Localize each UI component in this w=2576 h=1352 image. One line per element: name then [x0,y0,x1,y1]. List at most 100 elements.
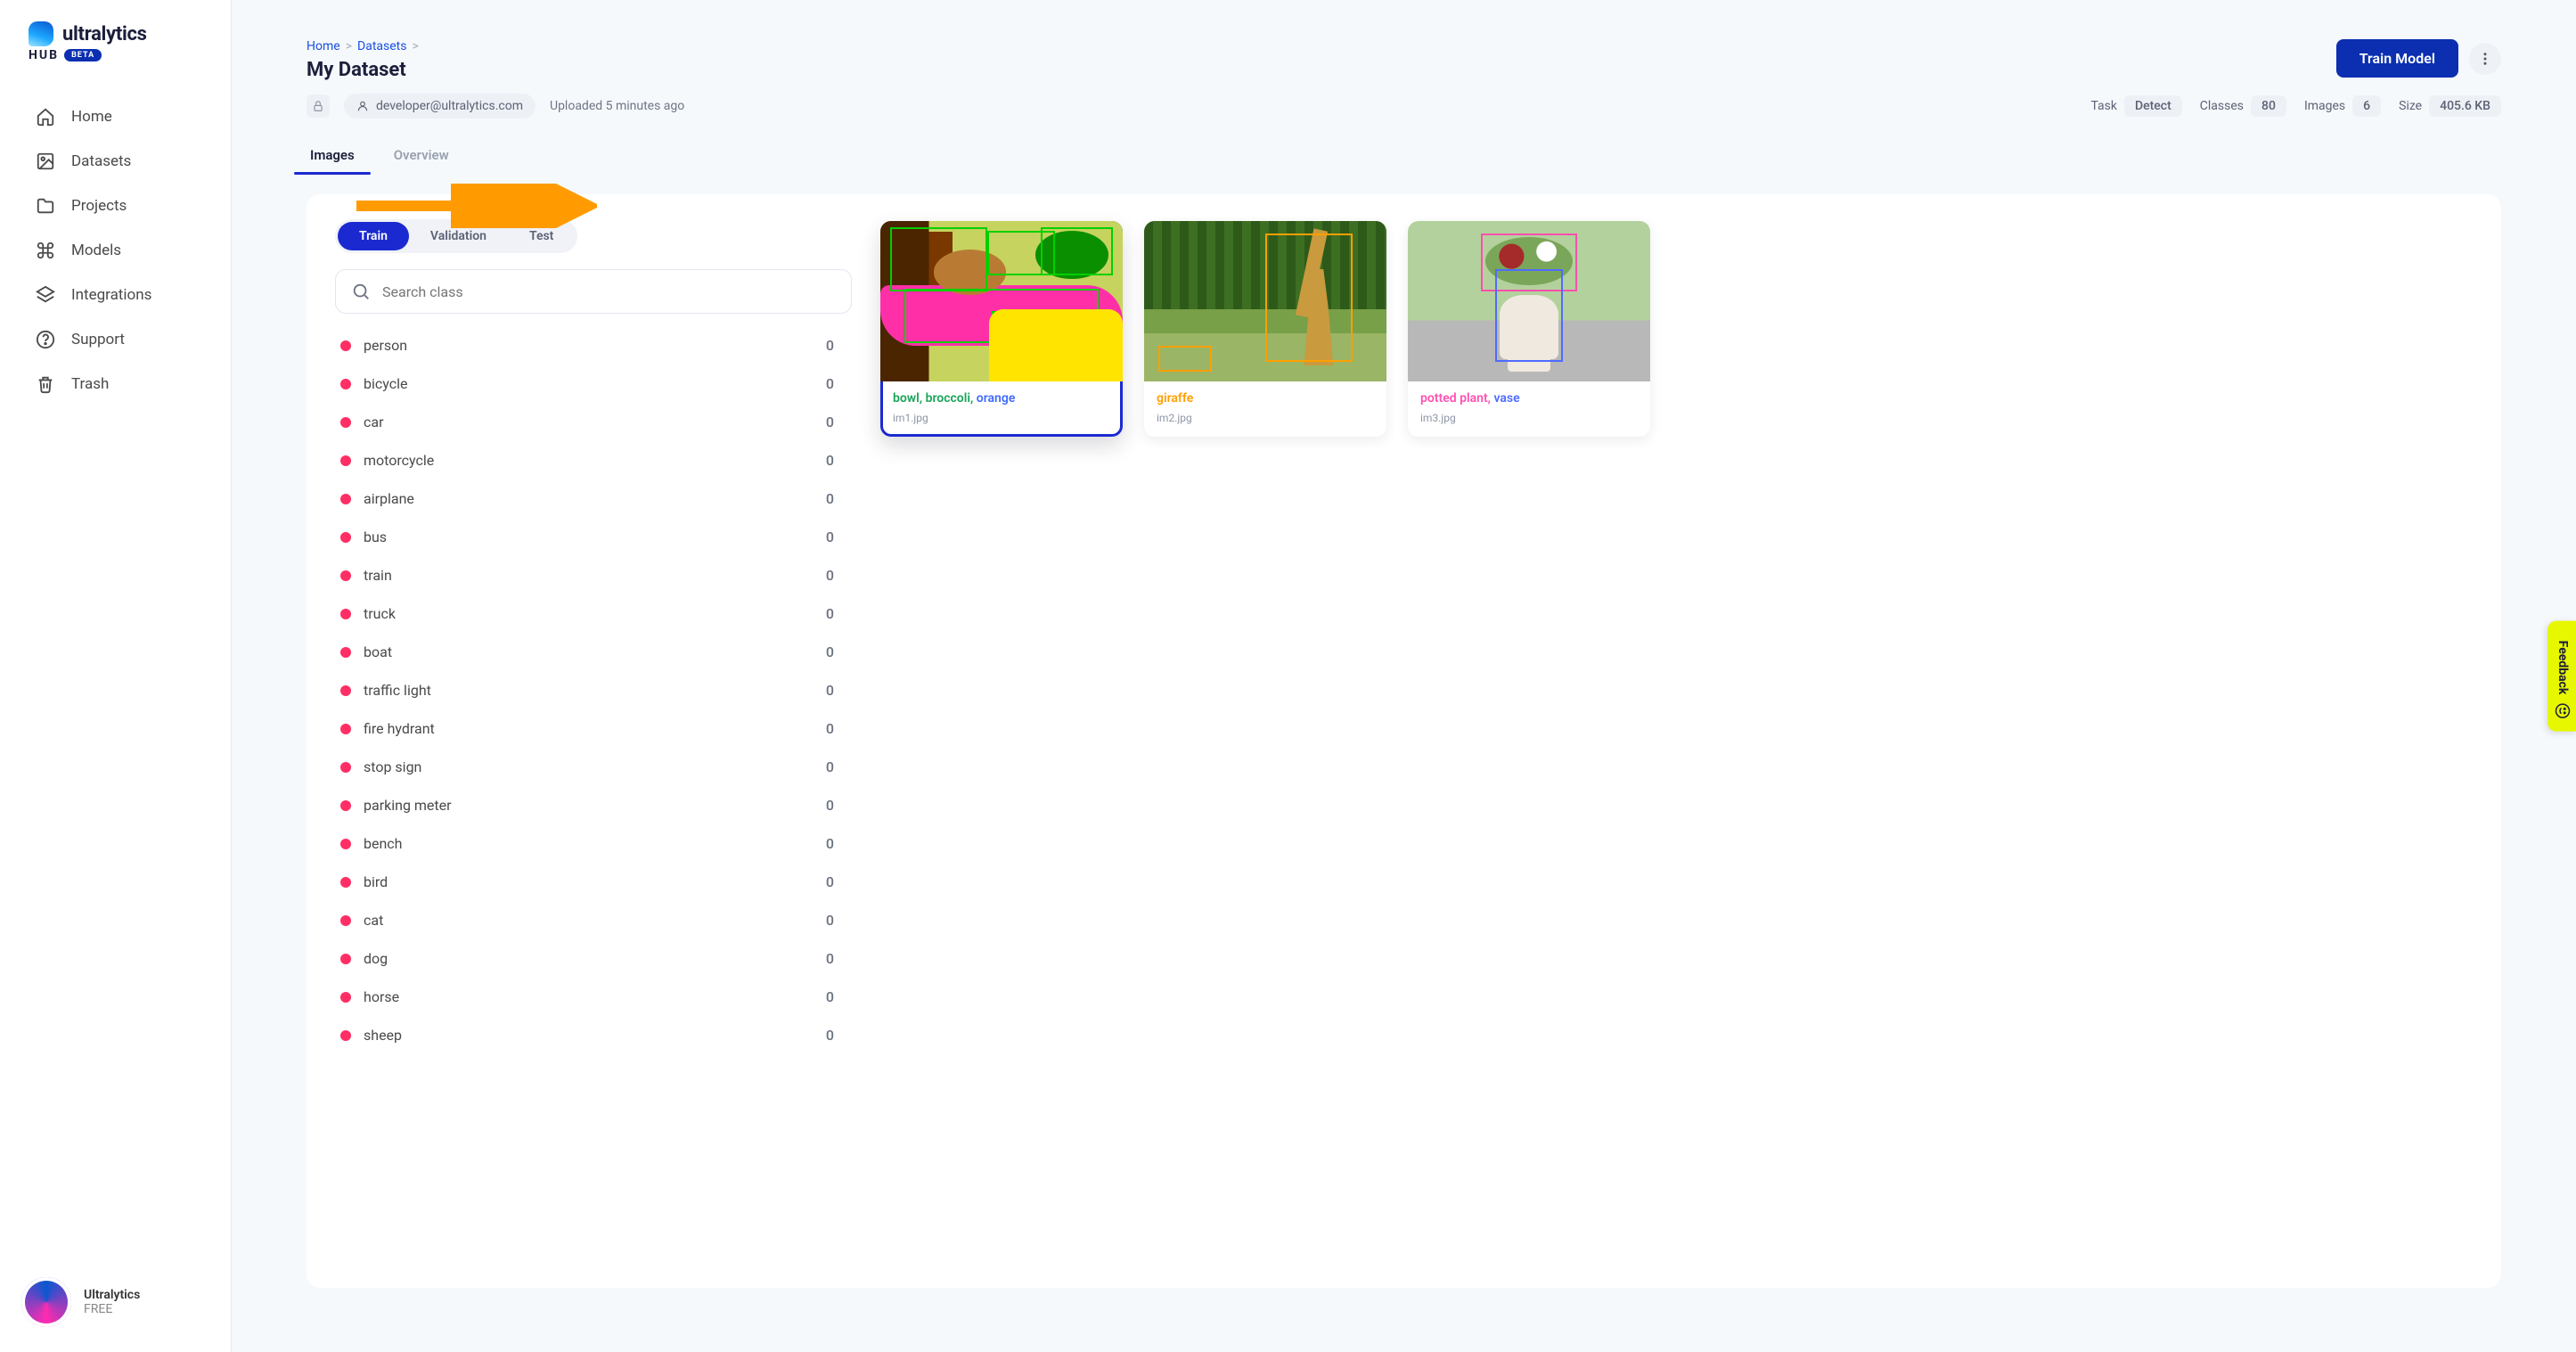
split-test[interactable]: Test [508,222,575,250]
class-count: 0 [826,912,834,929]
class-row[interactable]: person0 [335,326,841,365]
class-count: 0 [826,375,834,392]
owner-pill[interactable]: developer@ultralytics.com [344,94,536,119]
nav-label: Support [71,331,125,348]
meta-images: Images 6 [2304,95,2381,117]
class-color-dot-icon [340,762,351,773]
tag: broccoli [926,391,970,406]
class-row[interactable]: cat 0 [335,901,841,939]
split-train[interactable]: Train [338,222,409,250]
nav-models[interactable]: Models [0,228,231,273]
class-color-dot-icon [340,647,351,658]
class-row[interactable]: stop sign 0 [335,748,841,786]
meta-size: Size 405.6 KB [2399,95,2501,117]
nav-datasets[interactable]: Datasets [0,139,231,184]
class-row[interactable]: motorcycle 0 [335,441,841,479]
more-actions-button[interactable] [2469,43,2501,75]
class-color-dot-icon [340,609,351,619]
class-list[interactable]: person0bicycle0car0motorcycle0airplane0b… [335,326,852,1054]
class-row[interactable]: fire hydrant0 [335,709,841,748]
image-card[interactable]: bowl, broccoli, orange im1.jpg [880,221,1123,437]
split-validation[interactable]: Validation [409,222,508,250]
nav-support[interactable]: Support [0,317,231,362]
class-count: 0 [826,567,834,584]
account-tier: FREE [84,1302,140,1316]
more-vertical-icon [2477,51,2493,67]
avatar [21,1277,71,1327]
nav-label: Models [71,242,121,259]
class-name: parking meter [364,797,452,814]
class-row[interactable]: bus0 [335,518,841,556]
primary-nav: Home Datasets Projects Models Integratio… [0,87,231,414]
sidebar: ultralytics HUB BETA Home Datasets Proje… [0,0,232,1352]
crumb-datasets[interactable]: Datasets [357,39,406,53]
thumbnail [880,221,1123,381]
brand-name: ultralytics [62,23,147,45]
tag: giraffe [1157,391,1193,406]
class-count: 0 [826,873,834,890]
meta-classes-label: Classes [2200,99,2244,113]
class-row[interactable]: sheep0 [335,1016,841,1054]
tab-images[interactable]: Images [307,138,358,174]
visibility-lock-icon [307,94,330,118]
class-color-dot-icon [340,915,351,926]
class-row[interactable]: horse0 [335,978,841,1016]
account-card[interactable]: Ultralytics FREE [0,1263,231,1341]
class-count: 0 [826,452,834,469]
meta-images-value: 6 [2352,95,2381,117]
image-filename: im3.jpg [1420,412,1638,424]
class-color-dot-icon [340,877,351,888]
class-color-dot-icon [340,455,351,466]
class-row[interactable]: bicycle0 [335,365,841,403]
image-tags: potted plant, vase [1420,390,1638,408]
nav-home[interactable]: Home [0,94,231,139]
class-count: 0 [826,643,834,660]
image-gallery: bowl, broccoli, orange im1.jpg giraffe i… [880,219,2473,1288]
owner-email: developer@ultralytics.com [376,99,523,113]
class-color-dot-icon [340,685,351,696]
thumbnail [1144,221,1386,381]
class-color-dot-icon [340,494,351,504]
nav-projects[interactable]: Projects [0,184,231,228]
class-name: stop sign [364,758,421,775]
class-color-dot-icon [340,570,351,581]
class-row[interactable]: bird0 [335,863,841,901]
main: Home > Datasets > My Dataset Train Model [232,0,2576,1352]
command-icon [36,241,55,260]
class-row[interactable]: boat0 [335,633,841,671]
nav-integrations[interactable]: Integrations [0,273,231,317]
tab-overview[interactable]: Overview [390,138,453,174]
class-row[interactable]: airplane0 [335,479,841,518]
class-name: airplane [364,490,414,507]
feedback-label: Feedback [2556,640,2570,694]
view-tabs: Images Overview [307,138,2501,175]
image-card[interactable]: giraffe im2.jpg [1144,221,1386,437]
class-name: horse [364,988,399,1005]
class-name: motorcycle [364,452,434,469]
class-row[interactable]: train0 [335,556,841,594]
image-tags: bowl, broccoli, orange [893,390,1110,408]
image-card[interactable]: potted plant, vase im3.jpg [1408,221,1650,437]
image-filename: im2.jpg [1157,412,1374,424]
class-row[interactable]: traffic light0 [335,671,841,709]
class-count: 0 [826,605,834,622]
feedback-tab[interactable]: Feedback [2547,620,2576,732]
class-count: 0 [826,337,834,354]
brand-logo[interactable]: ultralytics HUB BETA [0,21,231,87]
class-row[interactable]: car0 [335,403,841,441]
class-count: 0 [826,758,834,775]
class-row[interactable]: parking meter0 [335,786,841,824]
class-name: dog [364,950,388,967]
class-row[interactable]: bench0 [335,824,841,863]
crumb-home[interactable]: Home [307,39,340,53]
class-row[interactable]: truck0 [335,594,841,633]
class-name: cat [364,912,383,929]
meta-task-label: Task [2090,99,2117,113]
meta-images-label: Images [2304,99,2345,113]
class-search-input[interactable] [335,269,852,314]
class-row[interactable]: dog0 [335,939,841,978]
nav-trash[interactable]: Trash [0,362,231,406]
train-model-button[interactable]: Train Model [2336,39,2458,78]
tag-separator: , [970,391,977,406]
class-color-dot-icon [340,340,351,351]
